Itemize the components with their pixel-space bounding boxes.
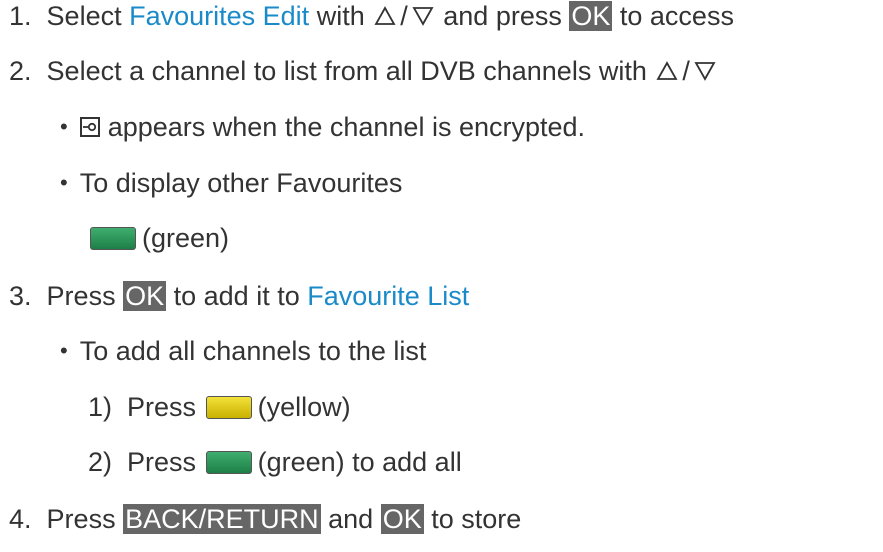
substep-text: (green) to add all <box>257 446 462 477</box>
green-button-icon <box>205 450 252 474</box>
step-text: to store <box>431 503 522 534</box>
ok-key-label: OK <box>123 281 167 311</box>
bullet-text: appears when the channel is encrypted. <box>107 111 586 142</box>
green-button-line: (green) <box>88 222 229 254</box>
favourites-edit-link[interactable]: Favourites Edit <box>129 1 309 32</box>
yellow-button-icon <box>205 395 252 419</box>
encrypted-key-icon <box>79 117 100 137</box>
bullet-text: To display other Favourites <box>79 167 403 198</box>
step-text: Press <box>46 503 116 534</box>
substep-text: Press <box>127 391 197 422</box>
bullet-encrypted: • appears when the channel is encrypted. <box>60 111 585 143</box>
green-button-icon <box>90 226 136 250</box>
bullet-display-favourites: • To display other Favourites <box>60 167 402 199</box>
triangle-down-icon <box>694 62 716 81</box>
bullet-text: To add all channels to the list <box>79 335 427 366</box>
triangle-up-icon <box>656 61 678 80</box>
bullet-mark: • <box>60 338 68 363</box>
step-text: Press <box>46 280 116 311</box>
ok-key-label: OK <box>569 1 613 31</box>
step-4: 4. Press BACK/RETURN and OK to store <box>9 503 521 535</box>
step-text: Select <box>46 0 122 31</box>
step-3: 3. Press OK to add it to Favourite List <box>9 280 469 312</box>
step-number: 2. <box>9 55 32 86</box>
step-text: to access <box>619 0 734 31</box>
substep-text: Press <box>127 446 197 477</box>
slash-separator: / <box>400 0 408 31</box>
step-2: 2. Select a channel to list from all DVB… <box>9 55 718 87</box>
color-label: (green) <box>142 222 230 253</box>
substep-1: 1) Press (yellow) <box>88 391 351 423</box>
bullet-mark: • <box>60 170 68 195</box>
triangle-down-icon <box>412 7 434 26</box>
step-text: to add it to <box>173 280 300 311</box>
bullet-mark: • <box>60 114 68 139</box>
back-return-key-label: BACK/RETURN <box>123 504 321 534</box>
step-number: 4. <box>9 503 32 534</box>
substep-number: 2) <box>88 446 113 477</box>
ok-key-label: OK <box>380 504 424 534</box>
triangle-up-icon <box>374 6 396 25</box>
step-text: Select a channel to list from all DVB ch… <box>46 55 647 86</box>
substep-2: 2) Press (green) to add all <box>88 446 462 478</box>
step-text: with <box>316 0 365 31</box>
favourite-list-link[interactable]: Favourite List <box>307 281 469 312</box>
step-1: 1. Select Favourites Edit with / and pre… <box>9 0 734 32</box>
slash-separator: / <box>682 55 690 86</box>
bullet-add-all: • To add all channels to the list <box>60 335 426 367</box>
step-text: and press <box>443 0 562 31</box>
substep-number: 1) <box>88 391 113 422</box>
step-number: 1. <box>9 0 32 31</box>
step-number: 3. <box>9 280 32 311</box>
step-text: and <box>328 503 374 534</box>
color-label: (yellow) <box>257 391 351 422</box>
